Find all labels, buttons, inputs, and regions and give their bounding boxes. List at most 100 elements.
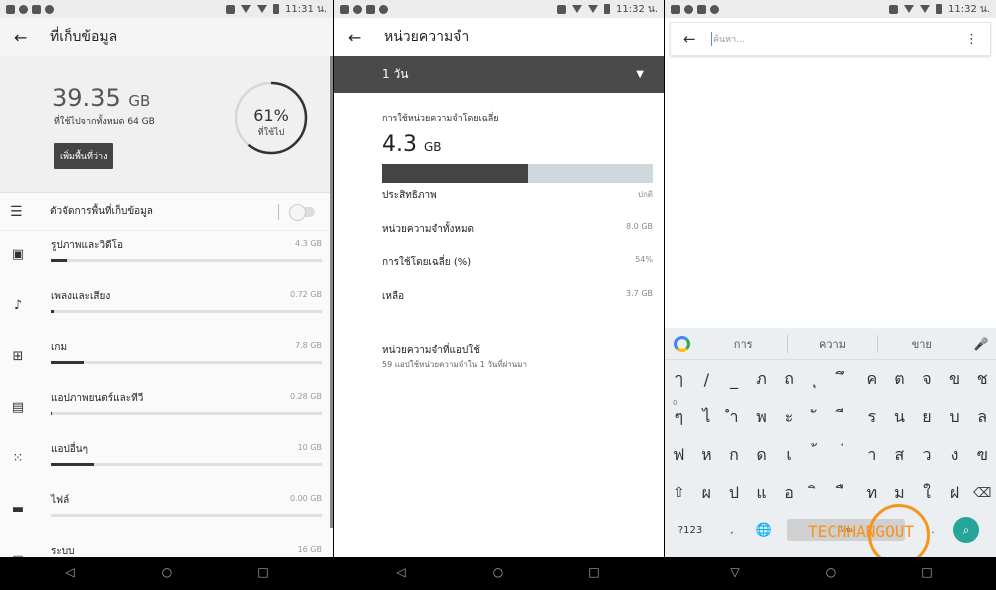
free-up-space-button[interactable]: เพิ่มพื้นที่ว่าง [54,143,114,169]
key-4-10[interactable]: ฝ [941,481,969,506]
scrollbar[interactable] [330,56,333,528]
key-1-11[interactable]: ข [941,367,969,392]
symbols-key[interactable]: ?123 [665,525,715,536]
key-3-12[interactable]: ฃ [968,443,996,468]
key-4-5[interactable]: ิ [803,481,831,506]
home-nav-icon[interactable]: ○ [490,565,506,579]
category-usage-bar [51,463,322,466]
vibrate-icon [556,4,566,14]
key-2-12[interactable]: ล [968,405,996,430]
period-dropdown[interactable]: 1 วัน ▼ [334,56,664,93]
suggestion-3[interactable]: ขาย [878,335,966,353]
key-2-8[interactable]: ร [858,405,886,430]
storage-manager-row[interactable]: ☰ ตัวจัดการพื้นที่เก็บข้อมูล [0,193,333,231]
back-arrow-icon[interactable]: ← [683,30,711,48]
search-input[interactable]: ค้นหา... [713,32,745,46]
key-2-9[interactable]: น [886,405,914,430]
key-1-10[interactable]: จ [913,367,941,392]
key-4-9[interactable]: ใ [913,481,941,506]
google-icon[interactable] [665,335,699,352]
key-2-5[interactable]: ะ [775,405,803,430]
category-name: แอปภาพยนตร์และทีวี [51,393,144,404]
key-2-10[interactable]: ย [913,405,941,430]
storage-category-row[interactable]: ▢ระบบ16 GB [0,537,333,557]
back-arrow-icon[interactable]: ← [348,28,384,47]
key-1-12[interactable]: ช [968,367,996,392]
key-3-11[interactable]: ง [941,443,969,468]
key-1-7[interactable]: ึ [830,367,858,392]
record-icon [710,4,719,14]
backspace-key[interactable]: ⌫ [968,486,996,501]
key-1-9[interactable]: ต [886,367,914,392]
search-enter-key[interactable]: ⌕ [953,517,979,543]
back-nav-icon[interactable]: ◁ [62,565,78,579]
key-1-2[interactable]: / [693,370,721,389]
key-4-1[interactable]: ผ [693,481,721,506]
suggestion-2[interactable]: ความ [788,334,878,353]
key-1-4[interactable]: ภ [748,367,776,392]
recents-nav-icon[interactable]: □ [919,565,935,579]
key-4-2[interactable]: ป [720,481,748,506]
key-3-3[interactable]: ก [720,443,748,468]
key-4-7[interactable]: ท [858,481,886,506]
recents-nav-icon[interactable]: □ [586,565,602,579]
key-row-1: ๅ/_ภถุึคตจขช [665,360,996,398]
key-2-3[interactable]: ำ [720,405,748,430]
back-nav-icon[interactable]: ◁ [393,565,409,579]
memory-stat-value: ปกติ [637,190,653,199]
signal-icon [587,5,598,13]
suggestion-1[interactable]: การ [699,334,789,353]
storage-category-row[interactable]: ♪ เพลงและเสียง 0.72 GB [0,282,333,333]
home-nav-icon[interactable]: ○ [159,565,175,579]
memory-stat-value: 3.7 GB [626,289,653,298]
key-1-6[interactable]: ุ [803,367,831,392]
key-2-2[interactable]: ไ [693,405,721,430]
keyboard-hide-icon[interactable]: ▽ [727,565,743,579]
key-3-1[interactable]: ฟ [665,443,693,468]
avg-memory-value: 4.3 GB [382,132,442,157]
category-usage-fill [51,463,95,466]
key-3-9[interactable]: ส [886,443,914,468]
key-2-1[interactable]: ๆ0 [665,399,693,430]
home-nav-icon[interactable]: ○ [823,565,839,579]
key-2-6[interactable]: ั [803,405,831,430]
key-4-4[interactable]: อ [775,481,803,506]
key-3-4[interactable]: ด [748,443,776,468]
storage-category-row[interactable]: ▤ แอปภาพยนตร์และทีวี 0.28 GB [0,384,333,435]
overflow-menu-icon[interactable]: ⋮ [965,32,978,47]
storage-category-row[interactable]: ▣ รูปภาพและวิดีโอ 4.3 GB [0,231,333,282]
key-1-1[interactable]: ๅ [665,367,693,392]
key-2-7[interactable]: ี [830,405,858,430]
key-3-6[interactable]: ้ [803,443,831,468]
globe-icon[interactable]: 🌐 [749,523,779,538]
key-3-8[interactable]: า [858,443,886,468]
key-4-6[interactable]: ื [830,481,858,506]
shift-key[interactable]: ⇧ [665,485,693,501]
microphone-icon[interactable]: 🎤 [966,337,996,351]
key-3-2[interactable]: ห [693,443,721,468]
music-note-icon: ♪ [13,298,23,313]
key-4-3[interactable]: แ [748,481,776,506]
wifi-icon [571,5,582,13]
key-3-10[interactable]: ว [913,443,941,468]
storage-category-row[interactable]: ⁙ แอปอื่นๆ 10 GB [0,435,333,486]
key-4-8[interactable]: ม [886,481,914,506]
storage-summary: 39.35 GB ที่ใช้ไปจากทั้งหมด 64 GB เพิ่มพ… [0,56,333,193]
key-2-11[interactable]: บ [941,405,969,430]
back-arrow-icon[interactable]: ← [14,28,50,47]
storage-manager-toggle[interactable] [289,203,315,221]
app-memory-title[interactable]: หน่วยความจำที่แอปใช้ [382,343,480,358]
key-3-5[interactable]: เ [775,443,803,468]
key-1-5[interactable]: ถ [775,367,803,392]
key-1-8[interactable]: ค [858,367,886,392]
notification-icon [6,4,15,14]
storage-category-row[interactable]: ▬ ไฟล์ 0.00 GB [0,486,333,537]
status-bar: 11:31 น. [0,0,333,18]
navigation-bar: ◁ ○ □ ◁ ○ □ ▽ ○ □ [0,557,996,590]
comma-key[interactable]: , [715,525,749,536]
key-2-4[interactable]: พ [748,405,776,430]
key-3-7[interactable]: ่ [830,443,858,468]
recents-nav-icon[interactable]: □ [255,565,271,579]
storage-category-row[interactable]: ⊞ เกม 7.8 GB [0,333,333,384]
key-1-3[interactable]: _ [720,370,748,389]
